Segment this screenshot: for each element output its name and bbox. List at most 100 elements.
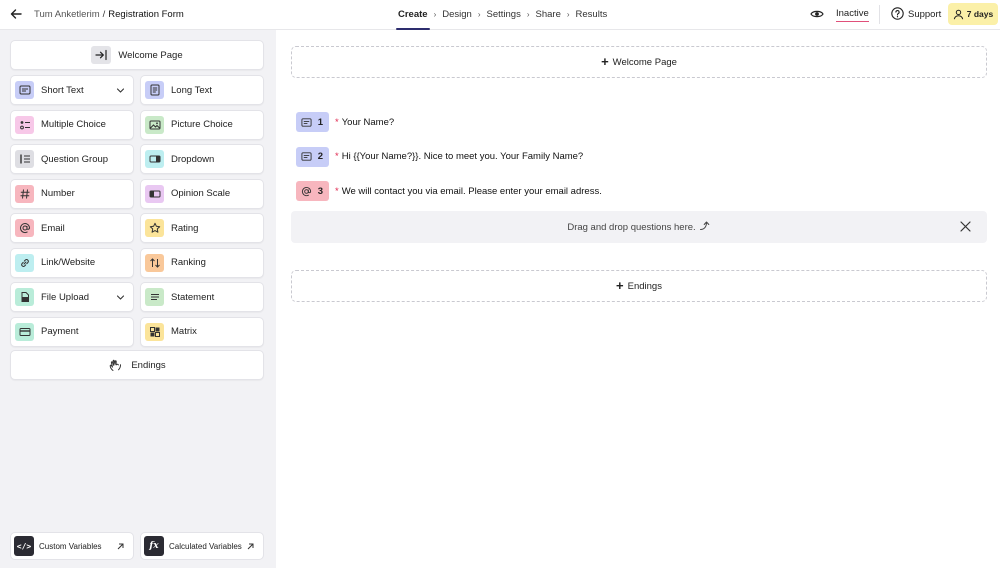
link-icon [15, 253, 34, 272]
question-badge[interactable]: 1 [296, 112, 329, 132]
question-type-label: Picture Choice [171, 119, 233, 130]
question-type-question-group[interactable]: Question Group [10, 144, 134, 174]
question-type-label: Rating [171, 222, 199, 234]
question-row[interactable]: 1 * Your Name? [296, 112, 394, 132]
short-text-icon [301, 152, 312, 161]
chevron-down-icon[interactable] [116, 293, 125, 302]
short-text-icon [15, 81, 34, 99]
question-type-label: Email [41, 222, 65, 234]
tab-design[interactable]: Design [442, 9, 472, 20]
matrix-icon [145, 322, 164, 341]
chevron-right-icon: › [526, 10, 530, 19]
support-link[interactable]: Support [908, 9, 941, 20]
question-type-multiple-choice[interactable]: Multiple Choice [10, 109, 134, 140]
external-arrow-icon [247, 543, 254, 550]
at-icon [301, 186, 312, 196]
question-type-number[interactable]: Number [10, 178, 134, 209]
question-type-link-website[interactable]: Link/Website [10, 247, 134, 278]
breadcrumb-parent[interactable]: Tum Anketlerim [34, 9, 100, 20]
question-type-label: Link/Website [41, 257, 96, 268]
required-marker: * [335, 151, 339, 162]
external-arrow-icon [117, 543, 124, 550]
question-group-icon [15, 150, 34, 168]
question-row[interactable]: 3 * We will contact you via email. Please … [296, 181, 602, 201]
step-nav: Create › Design › Settings › Share › Res… [396, 9, 608, 30]
dropdown-icon [145, 150, 164, 168]
welcome-page-slot-label: Welcome Page [612, 56, 677, 68]
question-type-label: Matrix [171, 326, 197, 337]
tab-settings[interactable]: Settings [487, 9, 521, 20]
endings-slot-label: Endings [627, 280, 662, 292]
breadcrumb: Tum Anketlerim / Registration Form [34, 9, 184, 20]
breadcrumb-current[interactable]: Registration Form [108, 9, 184, 20]
custom-variables-button[interactable]: </> Custom Variables [10, 532, 134, 560]
calculated-variables-button[interactable]: fx Calculated Variables [140, 532, 264, 560]
question-type-email[interactable]: Email [10, 213, 134, 243]
code-icon: </> [14, 536, 34, 556]
question-type-label: File Upload [41, 291, 90, 303]
ranking-icon [145, 253, 164, 272]
drop-zone-text: Drag and drop questions here. [567, 221, 696, 233]
question-type-statement[interactable]: Statement [140, 282, 264, 312]
question-type-picture-choice[interactable]: Picture Choice [140, 109, 264, 140]
question-type-matrix[interactable]: Matrix [140, 316, 264, 347]
question-badge[interactable]: 3 [296, 181, 329, 201]
question-type-rating[interactable]: Rating [140, 213, 264, 243]
question-type-label: Long Text [171, 84, 213, 96]
add-welcome-page-button[interactable]: Welcome Page [10, 40, 264, 70]
picture-icon [145, 115, 164, 134]
question-drop-zone[interactable]: Drag and drop questions here. [291, 211, 987, 243]
breadcrumb-separator: / [102, 9, 106, 20]
question-type-label: Opinion Scale [171, 188, 231, 199]
endings-label: Endings [131, 359, 166, 371]
question-type-label: Question Group [41, 153, 109, 165]
question-title[interactable]: Your Name? [342, 117, 394, 128]
add-welcome-page-slot[interactable]: + Welcome Page [291, 46, 987, 78]
question-type-label: Number [41, 188, 75, 199]
question-type-long-text[interactable]: Long Text [140, 75, 264, 105]
multiple-choice-icon [15, 115, 34, 134]
hash-icon [15, 184, 34, 203]
at-icon [15, 219, 34, 237]
add-endings-button[interactable]: Endings [10, 350, 264, 380]
chevron-right-icon: › [566, 10, 570, 19]
eye-icon[interactable] [810, 8, 824, 20]
question-type-label: Ranking [171, 257, 206, 268]
question-row[interactable]: 2 * Hi {{Your Name?}}. Nice to meet you. Y… [296, 146, 584, 167]
question-type-dropdown[interactable]: Dropdown [140, 144, 264, 174]
trial-label: 7 days [966, 9, 994, 19]
question-type-short-text[interactable]: Short Text [10, 75, 134, 105]
tab-share[interactable]: Share [536, 9, 561, 20]
question-number: 3 [317, 185, 323, 197]
question-title[interactable]: Hi {{Your Name?}}. Nice to meet you. You… [342, 151, 584, 162]
long-text-icon [145, 81, 164, 99]
question-number: 2 [317, 151, 323, 162]
question-title[interactable]: We will contact you via email. Please en… [342, 186, 602, 197]
tab-create[interactable]: Create [396, 9, 430, 30]
welcome-page-icon [91, 46, 112, 64]
file-upload-icon [15, 288, 34, 306]
close-icon[interactable] [960, 221, 971, 232]
question-type-file-upload[interactable]: File Upload [10, 282, 134, 312]
card-icon [15, 322, 34, 341]
question-type-ranking[interactable]: Ranking [140, 247, 264, 278]
question-number: 1 [317, 116, 323, 128]
question-badge[interactable]: 2 [296, 146, 329, 167]
divider [879, 5, 880, 24]
plus-icon: + [616, 278, 624, 293]
status-toggle[interactable]: Inactive [836, 8, 869, 22]
add-endings-slot[interactable]: + Endings [291, 270, 987, 302]
help-circle-icon[interactable] [891, 7, 904, 20]
plus-icon: + [601, 54, 609, 69]
question-type-opinion-scale[interactable]: Opinion Scale [140, 178, 264, 209]
back-arrow-icon[interactable] [9, 7, 23, 21]
tab-results[interactable]: Results [576, 9, 608, 20]
question-type-payment[interactable]: Payment [10, 316, 134, 347]
form-builder-canvas: + Welcome Page 1 * Your Name? 2 * Hi {{Your N… [276, 30, 1000, 568]
short-text-icon [301, 117, 312, 127]
chevron-down-icon[interactable] [116, 86, 125, 95]
required-marker: * [335, 185, 339, 197]
welcome-page-label: Welcome Page [118, 49, 183, 61]
trial-badge[interactable]: 7 days [948, 3, 998, 25]
curved-arrow-icon [699, 221, 709, 230]
